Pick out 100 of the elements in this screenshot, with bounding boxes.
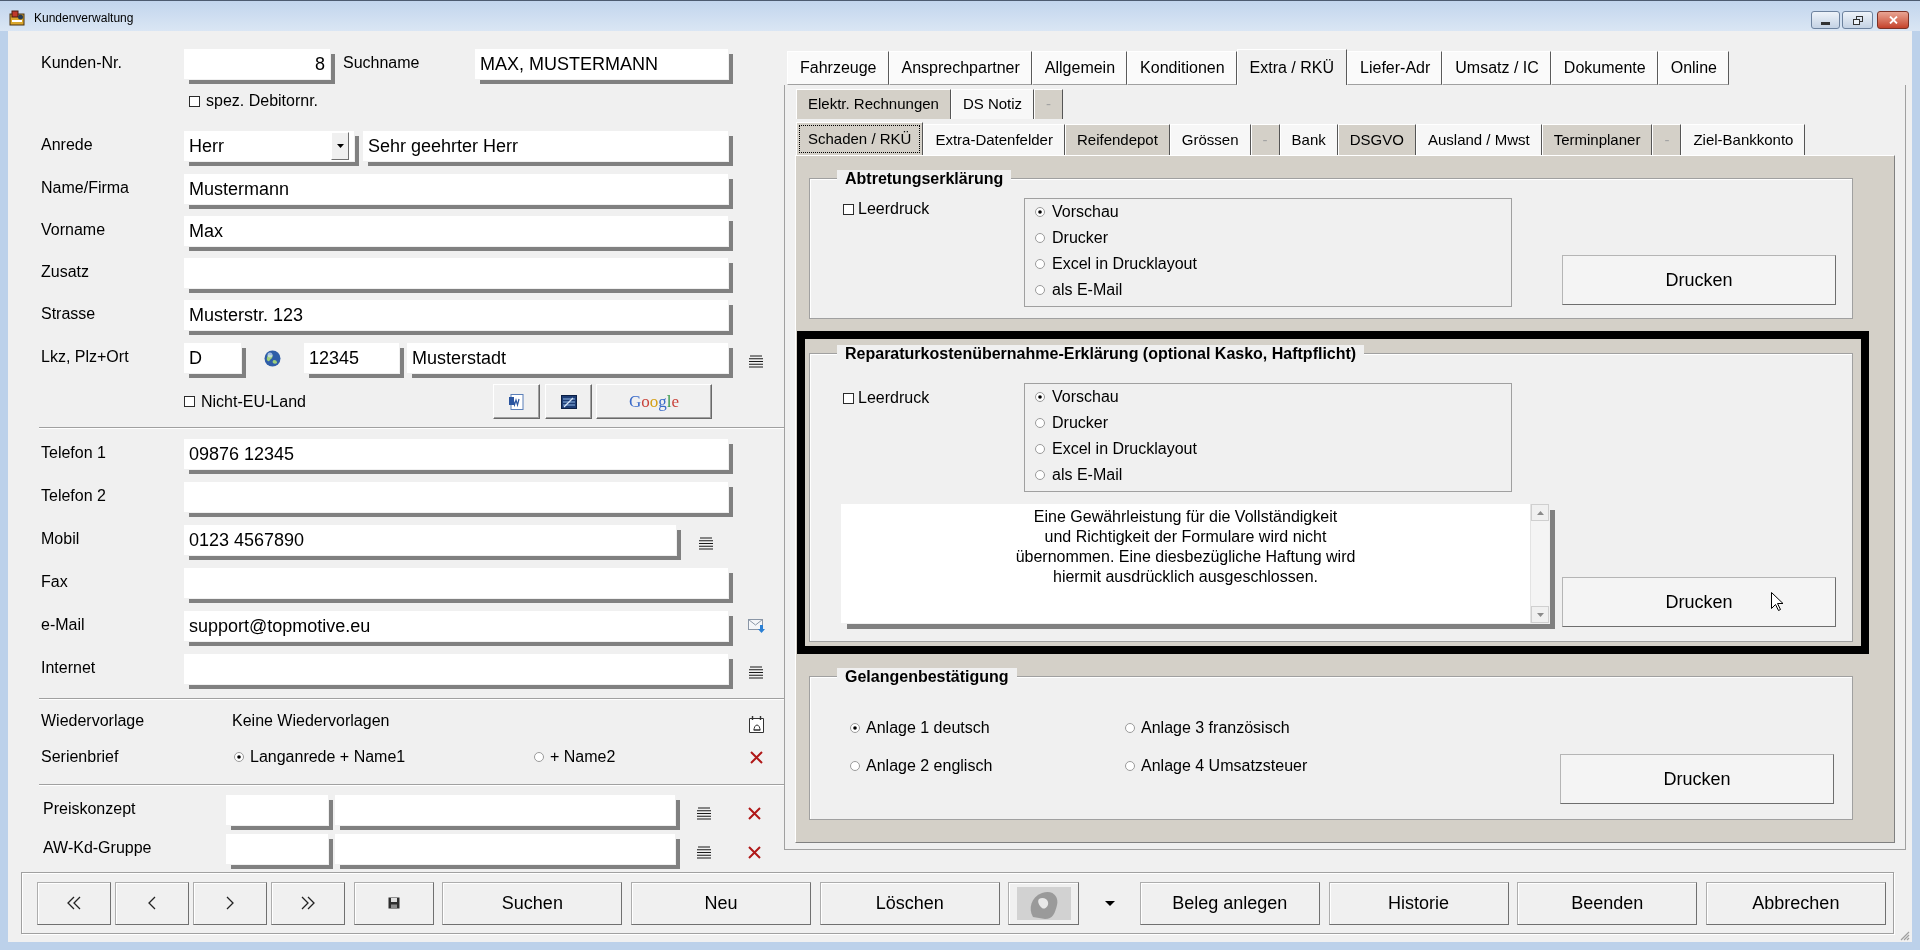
field-label: Fax — [41, 572, 69, 592]
radio-button[interactable] — [1125, 723, 1135, 733]
tab[interactable]: Schaden / RKÜ — [796, 122, 924, 155]
radio-label: Anlage 1 deutsch — [866, 718, 990, 738]
cross-icon[interactable] — [748, 846, 761, 859]
print-button[interactable]: Drucken — [1562, 255, 1836, 305]
checkbox[interactable] — [184, 396, 195, 407]
radio-button[interactable] — [534, 752, 544, 762]
field-label: Zusatz — [41, 262, 90, 282]
globe-icon[interactable] — [264, 350, 281, 367]
toolbar-button[interactable]: Abbrechen — [1705, 881, 1886, 925]
toolbar-button[interactable]: Suchen — [442, 881, 623, 925]
tab[interactable]: Extra-Datenfelder — [923, 124, 1065, 155]
tab[interactable]: Liefer-Adr — [1347, 51, 1443, 85]
checkbox-label: Leerdruck — [858, 200, 930, 218]
navigation-button[interactable] — [193, 881, 267, 925]
caret-down-icon — [1104, 900, 1115, 906]
tab[interactable]: Ausland / Mwst — [1415, 124, 1542, 155]
toolbar-button[interactable]: Historie — [1328, 881, 1509, 925]
tab[interactable]: Reifendepot — [1064, 124, 1170, 155]
restore-button[interactable] — [1842, 11, 1873, 29]
field-label: Strasse — [41, 304, 97, 324]
radio-button[interactable] — [1035, 470, 1045, 480]
close-button[interactable] — [1877, 11, 1909, 29]
tab[interactable]: Terminplaner — [1541, 124, 1653, 155]
print-button[interactable]: Drucken — [1560, 754, 1834, 804]
scroll-up-button[interactable] — [1531, 504, 1549, 521]
radio-button[interactable] — [1035, 207, 1045, 217]
envelope-icon[interactable] — [748, 617, 765, 633]
radio-button[interactable] — [1035, 233, 1045, 243]
image-button[interactable] — [1008, 881, 1080, 925]
cross-icon[interactable] — [750, 750, 763, 764]
field-label: Wiedervorlage — [41, 711, 146, 731]
navigation-button[interactable] — [271, 881, 345, 925]
toolbar-button[interactable]: Löschen — [819, 881, 1000, 925]
toolbar-button[interactable]: Neu — [631, 881, 812, 925]
tab[interactable]: Grössen — [1169, 124, 1251, 155]
cross-icon[interactable] — [748, 807, 761, 820]
field-label: Mobil — [41, 529, 81, 549]
list-icon[interactable] — [697, 846, 711, 859]
field-label: e-Mail — [41, 615, 86, 635]
tab[interactable]: DSGVO — [1337, 124, 1416, 155]
caret-down-icon — [1536, 612, 1544, 617]
navigation-button[interactable] — [115, 881, 189, 925]
field-label: Internet — [41, 658, 97, 678]
tab[interactable]: Fahrzeuge — [787, 51, 889, 85]
save-icon — [387, 897, 400, 909]
radio-label: Excel in Drucklayout — [1052, 254, 1197, 274]
tab[interactable]: DS Notiz — [950, 89, 1035, 119]
minimize-button[interactable] — [1811, 11, 1840, 29]
scroll-down-button[interactable] — [1531, 606, 1549, 623]
toolbar-button[interactable]: Beleg anlegen — [1139, 881, 1320, 925]
radio-button[interactable] — [234, 752, 244, 762]
tab[interactable]: Umsatz / IC — [1442, 51, 1551, 85]
tab[interactable]: Ansprechpartner — [888, 51, 1032, 85]
checkbox[interactable] — [189, 95, 200, 107]
chevron-right-icon — [226, 896, 234, 910]
navigation-button[interactable] — [37, 881, 111, 925]
radio-label: Excel in Drucklayout — [1052, 439, 1197, 459]
table-button[interactable] — [545, 384, 592, 419]
list-icon[interactable] — [749, 666, 763, 679]
tab[interactable]: Ziel-Bankkonto — [1681, 124, 1806, 155]
checkbox[interactable] — [843, 203, 854, 215]
field-label: AW-Kd-Gruppe — [42, 838, 153, 858]
tab[interactable]: Dokumente — [1550, 51, 1658, 85]
checkbox[interactable] — [843, 392, 854, 404]
toolbar-button[interactable]: Beenden — [1517, 881, 1698, 925]
list-icon[interactable] — [699, 537, 713, 550]
document-button[interactable] — [493, 384, 540, 419]
field-label: Lkz, Plz+Ort — [41, 347, 130, 367]
radio-button[interactable] — [1035, 418, 1045, 428]
radio-button[interactable] — [1035, 285, 1045, 295]
calendar-icon[interactable] — [748, 714, 765, 734]
radio-button[interactable] — [850, 761, 860, 771]
scrollbar[interactable] — [1530, 504, 1549, 623]
tab[interactable]: Elektr. Rechnungen — [796, 89, 951, 119]
field-label: Anrede — [41, 135, 94, 155]
radio-button[interactable] — [1035, 392, 1045, 402]
list-icon[interactable] — [697, 807, 711, 820]
tab[interactable]: Allgemein — [1031, 51, 1128, 85]
radio-label: Anlage 2 englisch — [866, 756, 993, 776]
list-icon[interactable] — [749, 355, 763, 368]
tab[interactable]: Extra / RKÜ — [1236, 49, 1348, 85]
tab[interactable]: Bank — [1279, 124, 1338, 155]
save-button[interactable] — [353, 881, 434, 925]
radio-button[interactable] — [1125, 761, 1135, 771]
maps-button[interactable]: Google — [596, 384, 712, 419]
window-title: Kundenverwaltung — [34, 10, 134, 25]
group-title: Reparaturkostenübernahme-Erklärung (optional Kasko, Haftpflicht) — [837, 345, 1365, 362]
radio-button[interactable] — [1035, 259, 1045, 269]
dropdown-button[interactable] — [331, 132, 349, 160]
radio-button[interactable] — [850, 723, 860, 733]
radio-button[interactable] — [1035, 444, 1045, 454]
tab[interactable]: Online — [1657, 51, 1729, 85]
tab[interactable]: Konditionen — [1127, 51, 1237, 85]
radio-label: Vorschau — [1052, 202, 1119, 222]
print-button[interactable]: Drucken — [1562, 577, 1836, 627]
radio-label: als E-Mail — [1052, 280, 1123, 300]
resize-grip-icon[interactable] — [1899, 930, 1910, 941]
checkbox-label: Nicht-EU-Land — [201, 392, 306, 411]
